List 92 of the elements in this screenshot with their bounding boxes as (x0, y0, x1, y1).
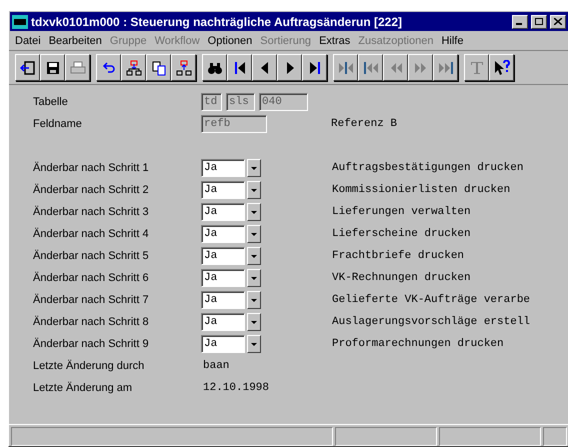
field-label: Änderbar nach Schritt 2 (33, 182, 150, 198)
toolbar-button[interactable] (40, 54, 65, 81)
step-dropdown-field[interactable]: Ja (201, 159, 245, 177)
toolbar-button[interactable] (121, 54, 146, 81)
caret-icon (251, 232, 257, 236)
caret-icon (251, 254, 257, 258)
undo-icon (100, 60, 116, 76)
field-label: Änderbar nach Schritt 9 (33, 336, 150, 352)
dropdown-button[interactable] (247, 335, 261, 353)
field-label: Änderbar nach Schritt 8 (33, 314, 150, 330)
maximize-button[interactable] (531, 14, 547, 28)
dropdown-button[interactable] (247, 203, 261, 221)
caret-icon (251, 342, 257, 346)
step-description: Auftragsbestätigungen drucken (332, 160, 524, 176)
printer-icon (70, 60, 86, 76)
step-description: Auslagerungsvorschläge erstell (332, 314, 530, 330)
field-value: 12.10.1998 (203, 380, 270, 396)
field-label: Änderbar nach Schritt 4 (33, 226, 150, 242)
window-title: tdxvk0101m000 : Steuerung nachträgliche Auftragsänderun [222] (31, 14, 404, 30)
step-description: VK-Rechnungen drucken (332, 270, 471, 286)
table-field[interactable]: td (201, 93, 222, 111)
field-label: Änderbar nach Schritt 5 (33, 248, 150, 264)
field-description: Referenz B (331, 116, 398, 132)
field-label: Tabelle (33, 94, 69, 110)
caret-icon (251, 298, 257, 302)
step-dropdown-field[interactable]: Ja (201, 225, 245, 243)
status-bar-panel (543, 427, 567, 446)
step-dropdown-field[interactable]: Ja (201, 181, 245, 199)
step-dropdown-field[interactable]: Ja (201, 247, 245, 265)
dropdown-button[interactable] (247, 291, 261, 309)
toolbar-button[interactable] (252, 54, 277, 81)
field-label: Feldname (33, 116, 83, 132)
close-icon (554, 18, 562, 25)
toolbar-button[interactable] (277, 54, 302, 81)
toolbar-button[interactable] (227, 54, 252, 81)
field-label: Änderbar nach Schritt 6 (33, 270, 150, 286)
menu-item[interactable]: Optionen (204, 32, 256, 50)
menu-item[interactable]: Bearbeiten (44, 32, 106, 50)
field-name-field[interactable]: refb (201, 115, 267, 133)
field-label: Änderbar nach Schritt 3 (33, 204, 150, 220)
toolbar-button[interactable] (302, 54, 327, 81)
toolbar-button[interactable] (15, 54, 40, 81)
exit-icon (20, 60, 36, 76)
dropdown-button[interactable] (247, 225, 261, 243)
first-page-icon (362, 60, 378, 76)
dropdown-button[interactable] (247, 269, 261, 287)
step-dropdown-field[interactable]: Ja (201, 203, 245, 221)
toolbar-button[interactable] (489, 54, 514, 81)
step-dropdown-field[interactable]: Ja (201, 335, 245, 353)
table-field[interactable]: 040 (259, 93, 308, 111)
copy-icon (150, 60, 166, 76)
dropdown-button[interactable] (247, 247, 261, 265)
toolbar-button[interactable] (171, 54, 196, 81)
toolbar-button[interactable] (202, 54, 227, 81)
field-value: baan (203, 358, 230, 374)
toolbar-button[interactable] (146, 54, 171, 81)
minimize-button[interactable] (512, 14, 528, 28)
menu-item[interactable]: Datei (11, 32, 45, 50)
text-tool-icon (468, 60, 484, 76)
insert-record-icon (126, 60, 142, 76)
field-label: Letzte Änderung durch (33, 358, 146, 374)
last-page-icon (438, 60, 454, 76)
extract-record-icon (176, 60, 192, 76)
first-set-icon (338, 60, 354, 76)
dropdown-button[interactable] (247, 181, 261, 199)
step-description: Gelieferte VK-Aufträge verarbe (332, 292, 530, 308)
menu-item[interactable]: Hilfe (437, 32, 468, 50)
app-icon (12, 14, 28, 28)
toolbar-button[interactable] (96, 54, 121, 81)
step-dropdown-field[interactable]: Ja (201, 269, 245, 287)
step-description: Lieferungen verwalten (332, 204, 471, 220)
caret-icon (251, 166, 257, 170)
field-label: Änderbar nach Schritt 7 (33, 292, 150, 308)
caret-icon (251, 210, 257, 214)
step-description: Kommissionierlisten drucken (332, 182, 510, 198)
dropdown-button[interactable] (247, 313, 261, 331)
help-pointer-icon (494, 60, 510, 76)
table-field[interactable]: sls (226, 93, 255, 111)
step-description: Frachtbriefe drucken (332, 248, 464, 264)
caret-icon (251, 276, 257, 280)
close-button[interactable] (550, 14, 566, 28)
menu-item[interactable]: Extras (315, 32, 354, 50)
field-label: Letzte Änderung am (33, 380, 134, 396)
dropdown-button[interactable] (247, 159, 261, 177)
step-dropdown-field[interactable]: Ja (201, 313, 245, 331)
step-dropdown-field[interactable]: Ja (201, 291, 245, 309)
field-label: Änderbar nach Schritt 1 (33, 160, 150, 176)
caret-icon (251, 320, 257, 324)
step-description: Proformarechnungen drucken (332, 336, 504, 352)
maximize-icon (535, 18, 543, 25)
step-description: Lieferscheine drucken (332, 226, 471, 242)
caret-icon (251, 188, 257, 192)
